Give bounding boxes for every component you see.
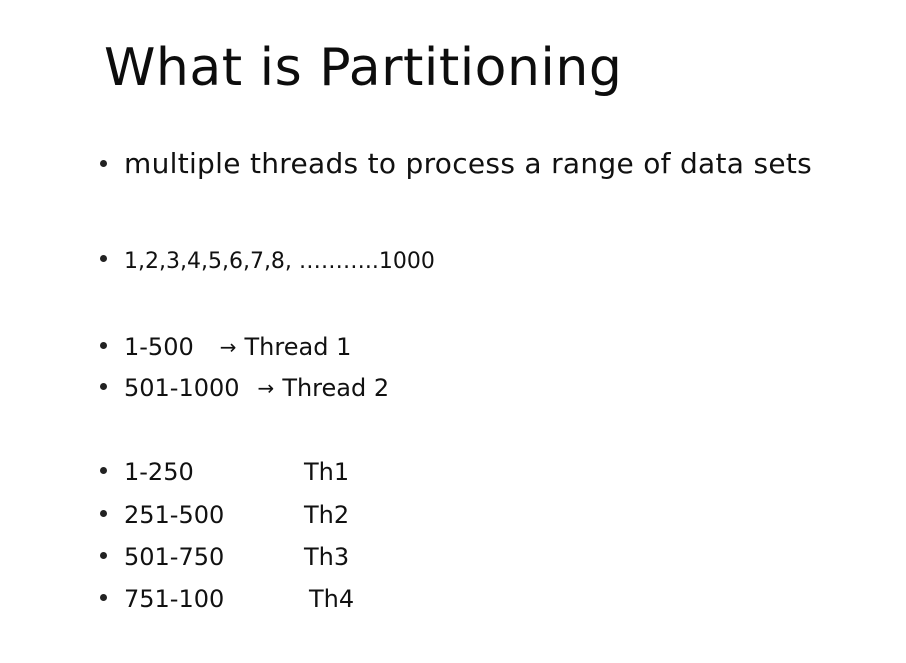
thread-label: Th4 bbox=[309, 585, 355, 613]
range-text: 251-500 bbox=[124, 501, 225, 529]
arrow-icon: → bbox=[257, 376, 275, 400]
bullet-intro-text: multiple threads to process a range of d… bbox=[124, 147, 813, 180]
range-text: 1-250 bbox=[124, 458, 194, 486]
bullet-two-threads-2: 501-1000 → Thread 2 bbox=[100, 374, 389, 402]
thread-label: Th3 bbox=[304, 543, 350, 571]
range-text: 751-100 bbox=[124, 585, 225, 613]
bullet-dot bbox=[100, 342, 107, 349]
bullet-dot bbox=[100, 467, 107, 474]
bullet-dot bbox=[100, 552, 107, 559]
range-text: 501-750 bbox=[124, 543, 225, 571]
bullet-four-threads-2: 251-500 Th2 bbox=[100, 501, 349, 529]
range-text: 501-1000 bbox=[124, 374, 240, 402]
thread-label: Th2 bbox=[304, 501, 350, 529]
thread-label: Thread 1 bbox=[244, 333, 352, 361]
bullet-four-threads-3: 501-750 Th3 bbox=[100, 543, 349, 571]
bullet-dot bbox=[100, 255, 107, 262]
arrow-icon: → bbox=[219, 335, 237, 359]
bullet-dot bbox=[100, 594, 107, 601]
thread-label: Th1 bbox=[304, 458, 350, 486]
bullet-four-threads-1: 1-250 Th1 bbox=[100, 458, 349, 486]
bullet-sequence: 1,2,3,4,5,6,7,8, ………..1000 bbox=[100, 249, 435, 274]
bullet-intro: multiple threads to process a range of d… bbox=[100, 147, 812, 180]
bullet-dot bbox=[100, 383, 107, 390]
range-text: 1-500 bbox=[124, 333, 194, 361]
bullet-four-threads-4: 751-100 Th4 bbox=[100, 585, 354, 613]
thread-label: Thread 2 bbox=[282, 374, 390, 402]
bullet-dot bbox=[100, 160, 107, 167]
bullet-dot bbox=[100, 510, 107, 517]
slide: What is Partitioning multiple threads to… bbox=[0, 0, 906, 663]
slide-title: What is Partitioning bbox=[104, 38, 623, 98]
bullet-two-threads-1: 1-500 → Thread 1 bbox=[100, 333, 351, 361]
bullet-sequence-text: 1,2,3,4,5,6,7,8, ………..1000 bbox=[124, 249, 435, 274]
